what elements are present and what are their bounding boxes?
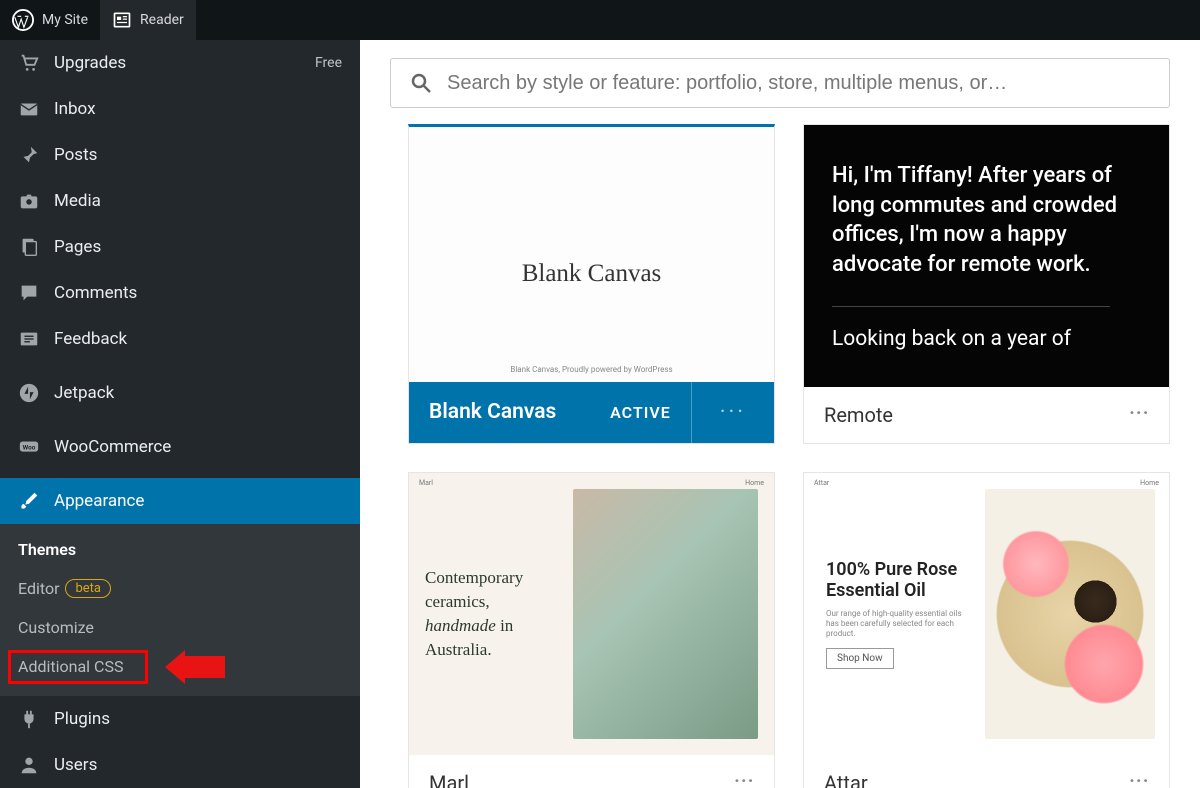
main-content: Blank Canvas Blank Canvas, Proudly power… — [360, 40, 1200, 788]
preview-divider — [832, 306, 1110, 307]
sidebar-label: Media — [54, 191, 101, 211]
theme-card-attar[interactable]: Attar Home 100% Pure Rose Essential Oil … — [803, 472, 1170, 788]
annotation-arrow — [165, 650, 225, 684]
appearance-submenu: Themes Editor beta Customize Additional … — [0, 524, 360, 696]
cart-icon — [18, 52, 40, 74]
sidebar-label: Jetpack — [54, 383, 114, 403]
jetpack-icon — [18, 382, 40, 404]
sidebar-label: Users — [54, 755, 97, 775]
admin-sidebar: Upgrades Free Inbox Posts Media Pa — [0, 40, 360, 788]
free-badge: Free — [315, 55, 342, 71]
sidebar-label: WooCommerce — [54, 437, 171, 457]
preview-header: Attar Home — [814, 479, 1159, 487]
sidebar-item-comments[interactable]: Comments — [0, 270, 360, 316]
search-input[interactable] — [447, 72, 1151, 95]
theme-card-footer: Remote ··· — [804, 387, 1169, 443]
sidebar-item-pages[interactable]: Pages — [0, 224, 360, 270]
theme-preview: Attar Home 100% Pure Rose Essential Oil … — [804, 473, 1169, 755]
preview-cta: Shop Now — [826, 648, 894, 669]
reader-icon — [112, 10, 132, 30]
preview-header: Marl Home — [419, 479, 764, 487]
preview-desc: Our range of high-quality essential oils… — [826, 609, 965, 640]
sidebar-item-woocommerce[interactable]: Woo WooCommerce — [0, 424, 360, 470]
theme-name: Marl — [429, 771, 469, 788]
active-badge: ACTIVE — [610, 403, 671, 422]
sidebar-item-posts[interactable]: Posts — [0, 132, 360, 178]
submenu-customize[interactable]: Customize — [0, 608, 360, 647]
theme-card-footer: Blank Canvas ACTIVE ··· — [409, 382, 774, 443]
sidebar-label: Pages — [54, 237, 101, 257]
submenu-themes[interactable]: Themes — [0, 530, 360, 569]
svg-text:Woo: Woo — [23, 443, 36, 451]
sidebar-item-upgrades[interactable]: Upgrades Free — [0, 40, 360, 86]
feedback-icon — [18, 328, 40, 350]
theme-name: Blank Canvas — [429, 400, 556, 424]
theme-more-button[interactable]: ··· — [691, 382, 774, 443]
camera-icon — [18, 190, 40, 212]
theme-more-button[interactable]: ··· — [1129, 408, 1149, 421]
plug-icon — [18, 708, 40, 730]
theme-card-blank-canvas[interactable]: Blank Canvas Blank Canvas, Proudly power… — [408, 124, 775, 444]
theme-card-remote[interactable]: Hi, I'm Tiffany! After years of long com… — [803, 124, 1170, 444]
preview-image — [573, 489, 758, 739]
sidebar-item-jetpack[interactable]: Jetpack — [0, 370, 360, 416]
beta-badge: beta — [65, 579, 111, 598]
topbar-mysite-label: My Site — [42, 12, 88, 28]
pin-icon — [18, 144, 40, 166]
preview-tagline: Contemporary ceramics, handmade in Austr… — [425, 566, 559, 661]
sidebar-label: Posts — [54, 145, 97, 165]
topbar-reader[interactable]: Reader — [100, 0, 196, 40]
theme-more-button[interactable]: ··· — [1129, 776, 1149, 788]
sidebar-item-users[interactable]: Users — [0, 742, 360, 788]
sidebar-label: Inbox — [54, 99, 96, 119]
woocommerce-icon: Woo — [18, 436, 40, 458]
sidebar-item-inbox[interactable]: Inbox — [0, 86, 360, 132]
sidebar-label: Feedback — [54, 329, 127, 349]
user-icon — [18, 754, 40, 776]
sidebar-item-feedback[interactable]: Feedback — [0, 316, 360, 362]
wordpress-icon — [12, 9, 34, 31]
search-icon — [409, 71, 433, 95]
preview-title: 100% Pure Rose Essential Oil — [826, 559, 965, 601]
theme-preview: Hi, I'm Tiffany! After years of long com… — [804, 125, 1169, 387]
sidebar-item-media[interactable]: Media — [0, 178, 360, 224]
preview-headline: Hi, I'm Tiffany! After years of long com… — [832, 161, 1141, 280]
topbar-reader-label: Reader — [140, 12, 184, 28]
theme-name: Remote — [824, 403, 893, 427]
submenu-additional-css[interactable]: Additional CSS — [0, 647, 360, 686]
theme-more-button[interactable]: ··· — [734, 776, 754, 788]
pages-icon — [18, 236, 40, 258]
preview-title: Blank Canvas — [522, 260, 662, 288]
theme-card-footer: Attar ··· — [804, 755, 1169, 788]
theme-card-footer: Marl ··· — [409, 755, 774, 788]
preview-subline: Looking back on a year of — [832, 327, 1071, 351]
brush-icon — [18, 490, 40, 512]
theme-name: Attar — [824, 771, 868, 788]
topbar-mysite[interactable]: My Site — [0, 0, 100, 40]
comment-icon — [18, 282, 40, 304]
theme-search[interactable] — [390, 58, 1170, 108]
theme-preview: Blank Canvas Blank Canvas, Proudly power… — [409, 127, 774, 382]
sidebar-item-plugins[interactable]: Plugins — [0, 696, 360, 742]
preview-image — [985, 489, 1155, 739]
theme-preview: Marl Home Contemporary ceramics, handmad… — [409, 473, 774, 755]
theme-card-marl[interactable]: Marl Home Contemporary ceramics, handmad… — [408, 472, 775, 788]
sidebar-label: Comments — [54, 283, 137, 303]
sidebar-label: Plugins — [54, 709, 110, 729]
sidebar-label: Appearance — [54, 491, 144, 511]
sidebar-item-appearance[interactable]: Appearance — [0, 478, 360, 524]
sidebar-label: Upgrades — [54, 53, 126, 73]
mail-icon — [18, 98, 40, 120]
admin-topbar: My Site Reader — [0, 0, 1200, 40]
preview-footer: Blank Canvas, Proudly powered by WordPre… — [510, 365, 672, 374]
submenu-editor[interactable]: Editor beta — [0, 569, 360, 608]
